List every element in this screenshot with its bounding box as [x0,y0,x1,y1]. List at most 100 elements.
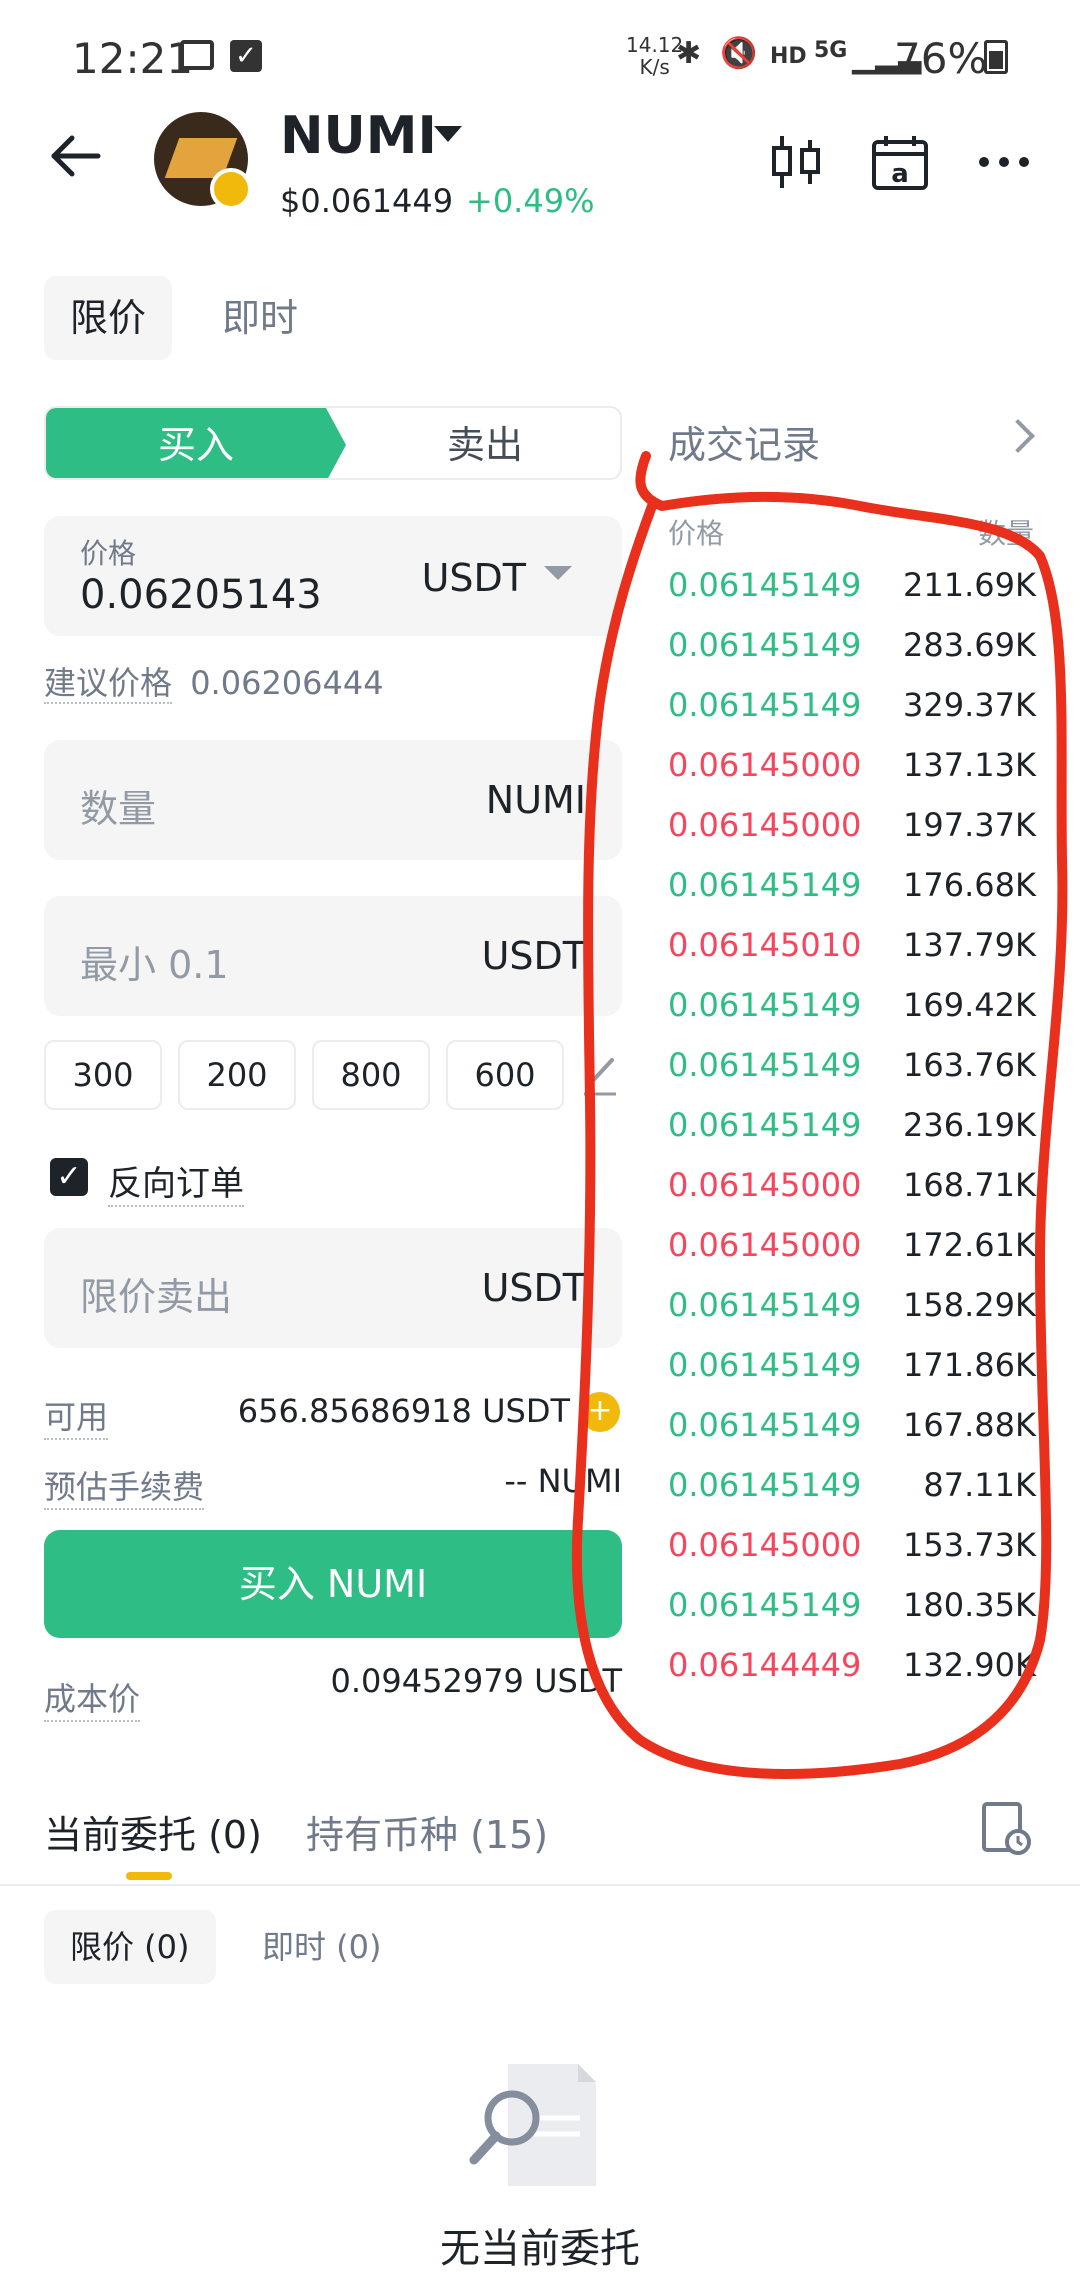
trade-quantity: 172.61K [903,1226,1036,1264]
trade-price: 0.06145149 [668,626,862,664]
trade-row: 0.06145000 153.73K [668,1526,1036,1586]
subtab-limit[interactable]: 限价 (0) [44,1910,216,1984]
fee-label: 预估手续费 [44,1462,205,1510]
trade-quantity: 211.69K [903,566,1036,604]
trade-price: 0.06145000 [668,1166,862,1204]
edit-icon[interactable] [580,1052,620,1096]
trade-quantity: 137.13K [903,746,1036,784]
sell-tab[interactable]: 卖出 [346,408,620,478]
chevron-right-icon[interactable] [1001,419,1035,453]
quantity-unit: NUMI [485,778,586,822]
calendar-icon[interactable]: a [870,132,930,192]
trade-quantity: 283.69K [903,626,1036,664]
trade-row: 0.06145000 168.71K [668,1166,1036,1226]
suggested-price-value[interactable]: 0.06206444 [190,664,383,702]
buy-numi-button[interactable]: 买入 NUMI [44,1530,622,1638]
reverse-order-label[interactable]: 反向订单 [108,1156,244,1207]
trade-quantity: 153.73K [903,1526,1036,1564]
pair-selector[interactable]: NUMI [280,106,437,166]
trade-quantity: 132.90K [903,1646,1036,1684]
trade-price: 0.06144449 [668,1646,862,1684]
trade-row: 0.06145149 167.88K [668,1406,1036,1466]
svg-text:a: a [891,159,909,189]
quantity-placeholder: 数量 [80,787,157,831]
trade-price: 0.06145149 [668,686,862,724]
preset-button[interactable]: 600 [446,1040,564,1110]
net-speed: 14.12 K/s [626,33,684,79]
transfer-plus-icon[interactable]: + [580,1392,620,1432]
trade-price: 0.06145149 [668,1586,862,1624]
trade-row: 0.06145149 329.37K [668,686,1036,746]
fee-value: -- NUMI [504,1462,622,1500]
trade-price: 0.06145000 [668,746,862,784]
trade-price: 0.06145000 [668,806,862,844]
tab-open-orders[interactable]: 当前委托 (0) [44,1804,262,1859]
quantity-field[interactable]: 数量 NUMI [44,740,622,860]
tab-holdings[interactable]: 持有币种 (15) [306,1804,548,1859]
more-icon[interactable] [974,132,1034,192]
suggested-price: 建议价格 0.06206444 [44,658,384,704]
status-bar: 12:21 ✓ 14.12 K/s ✱ 🔇 HD 5G ▁▂▃ 76% [0,0,1080,110]
reverse-order-checkbox[interactable]: ✓ [50,1158,88,1196]
cost-price-value: 0.09452979 USDT [330,1662,623,1700]
trade-history-title[interactable]: 成交记录 [668,414,820,469]
trade-row: 0.06145149 87.11K [668,1466,1036,1526]
order-history-icon[interactable] [980,1800,1032,1856]
subtab-market[interactable]: 即时 (0) [236,1910,408,1984]
total-placeholder: 最小 0.1 [80,943,229,987]
preset-button[interactable]: 200 [178,1040,296,1110]
trade-price: 0.06145149 [668,1466,862,1504]
trade-quantity: 236.19K [903,1106,1036,1144]
trade-row: 0.06145010 137.79K [668,926,1036,986]
price-value[interactable]: 0.06205143 [80,572,322,618]
mute-icon: 🔇 [720,36,758,71]
trade-price: 0.06145149 [668,1406,862,1444]
candlestick-chart-icon[interactable] [766,132,826,192]
side-toggle: 买入 卖出 [44,406,622,480]
cost-price-label: 成本价 [44,1674,141,1722]
preset-button[interactable]: 300 [44,1040,162,1110]
trade-row: 0.06145149 236.19K [668,1106,1036,1166]
trade-row: 0.06145000 137.13K [668,746,1036,806]
trade-row: 0.06144449 132.90K [668,1646,1036,1706]
battery-level: 76% [894,34,988,83]
preset-button[interactable]: 800 [312,1040,430,1110]
price-field[interactable]: 价格 0.06205143 USDT [44,516,622,636]
trade-row: 0.06145000 197.37K [668,806,1036,866]
trade-row: 0.06145000 172.61K [668,1226,1036,1286]
trade-price: 0.06145149 [668,1046,862,1084]
active-tab-indicator [126,1872,172,1880]
trade-quantity: 163.76K [903,1046,1036,1084]
tab-limit[interactable]: 限价 [44,276,173,360]
back-arrow-icon[interactable] [48,128,104,184]
unit-dropdown-icon[interactable] [544,566,572,580]
trade-quantity: 158.29K [903,1286,1036,1324]
bnb-chain-badge-icon [210,168,252,210]
trade-quantity: 171.86K [903,1346,1036,1384]
trade-quantity: 137.79K [903,926,1036,964]
trade-price: 0.06145000 [668,1526,862,1564]
caret-down-icon[interactable] [434,126,462,142]
gallery-icon [180,40,214,70]
trade-price: 0.06145149 [668,566,862,604]
last-price: $0.061449 [280,182,454,220]
trade-quantity: 176.68K [903,866,1036,904]
trade-row: 0.06145149 171.86K [668,1346,1036,1406]
trade-price: 0.06145010 [668,926,862,964]
trade-price: 0.06145149 [668,1286,862,1324]
total-field[interactable]: 最小 0.1 USDT [44,896,622,1016]
buy-tab[interactable]: 买入 [46,408,346,478]
status-time: 12:21 [72,34,194,83]
tab-market[interactable]: 即时 [196,276,324,360]
trades-col-price: 价格 [668,517,725,550]
limit-sell-field[interactable]: 限价卖出 USDT [44,1228,622,1348]
trade-quantity: 168.71K [903,1166,1036,1204]
trades-col-qty: 数量 [978,517,1035,550]
suggested-price-label: 建议价格 [44,664,173,704]
trade-row: 0.06145149 180.35K [668,1586,1036,1646]
trade-row: 0.06145149 211.69K [668,566,1036,626]
trade-quantity: 167.88K [903,1406,1036,1444]
trade-price: 0.06145149 [668,866,862,904]
price-unit[interactable]: USDT [422,556,526,600]
bluetooth-icon: ✱ [676,36,702,71]
